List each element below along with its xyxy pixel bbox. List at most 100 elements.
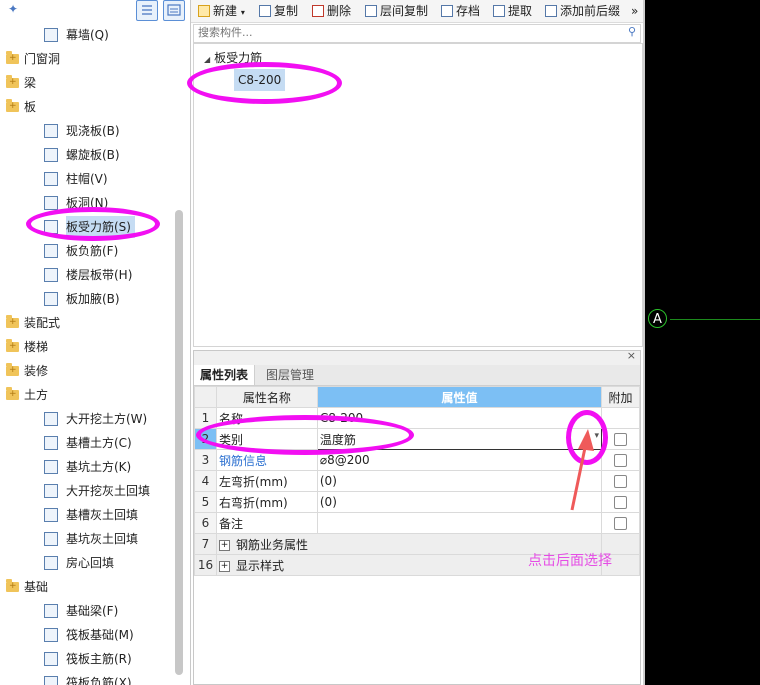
expand-plus-icon[interactable]: + [9,581,17,591]
highlight-ellipse-tree-item [26,207,160,241]
more-icon[interactable]: » [631,2,638,20]
tab-layer-manage[interactable]: 图层管理 [260,365,320,385]
tree-item-label: 筏板主筋(R) [66,652,132,666]
expand-plus-icon[interactable]: + [218,539,230,551]
extra-checkbox[interactable] [614,496,627,509]
property-row[interactable]: 6 备注 [194,512,640,534]
annotation-text: 点击后面选择 [528,553,612,569]
folder-icon: + [6,387,19,400]
tree-item-label: 土方 [24,388,49,402]
dropdown-arrow-icon: ▾ [240,8,245,17]
extract-button[interactable]: 提取 [493,2,532,20]
component-type-icon [44,652,58,666]
property-name: 右弯折(mm) [215,491,318,513]
save-button[interactable]: 存档 [441,2,480,20]
tree-item-label: 装配式 [24,316,61,330]
copy-button[interactable]: 复制 [259,2,298,20]
extra-checkbox[interactable] [614,433,627,446]
tree-item-label: 现浇板(B) [66,124,120,138]
list-view-icon[interactable] [136,0,158,21]
search-input[interactable] [194,25,622,40]
folder-icon: + [6,339,19,352]
tree-item-label: 基础梁(F) [66,604,119,618]
detail-view-icon[interactable] [163,0,185,21]
save-icon [441,5,453,17]
row-number: 5 [194,491,217,513]
tree-item-label: 房心回填 [66,556,115,570]
property-value[interactable]: (0) [316,470,603,492]
expand-plus-icon[interactable]: + [9,77,17,87]
tree-item-label: 筏板基础(M) [66,628,134,642]
property-tabs: 属性列表 图层管理 [194,365,640,386]
component-type-icon [44,436,58,450]
sparkle-icon[interactable]: ✦ [8,2,18,16]
component-type-icon [44,292,58,306]
expand-plus-icon[interactable]: + [9,53,17,63]
tree-item-label: 幕墙(Q) [66,28,109,42]
property-panel-titlebar: × [194,349,640,366]
drawing-canvas[interactable] [645,0,760,685]
search-icon[interactable]: ⚲ [628,25,636,38]
property-header-row: 属性名称 属性值 附加 [194,386,640,408]
component-type-icon [44,268,58,282]
tree-item-label: 板 [24,100,37,114]
expand-plus-icon[interactable]: + [9,365,17,375]
folder-icon: + [6,579,19,592]
new-icon [198,5,210,17]
tree-item-label: 门窗洞 [24,52,61,66]
folder-icon: + [6,363,19,376]
component-list-panel: 新建 ▾ 复制 删除 层间复制 存档 提取 添加前后缀 » ⚲ ◢板受力筋 C8… [191,0,643,348]
floor-copy-icon [365,5,377,17]
expand-plus-icon[interactable]: + [9,317,17,327]
tree-item-label: 螺旋板(B) [66,148,120,162]
delete-icon [312,5,324,17]
extra-checkbox[interactable] [614,517,627,530]
tree-item-label: 板加腋(B) [66,292,120,306]
extra-checkbox[interactable] [614,454,627,467]
close-icon[interactable]: × [627,349,636,362]
tree-scrollbar[interactable] [175,210,183,675]
extract-icon [493,5,505,17]
row-number: 3 [194,449,217,471]
tree-item-label: 基槽灰土回填 [66,508,139,522]
component-type-tree: ✦ 幕墙(Q) + 门窗洞 + 梁 + 板现浇板(B) 螺旋板(B) 柱帽(V) 板洞(N) 板受力… [0,0,191,685]
tree-item-label: 基坑土方(K) [66,460,132,474]
component-type-icon [44,460,58,474]
tree-item-label: 基槽土方(C) [66,436,132,450]
collapse-arrow-icon[interactable]: ◢ [204,55,210,64]
expand-plus-icon[interactable]: + [218,560,230,572]
extra-checkbox[interactable] [614,475,627,488]
copy-icon [259,5,271,17]
row-number: 6 [194,512,217,534]
highlight-ellipse-category [196,415,414,455]
expand-plus-icon[interactable]: + [9,101,17,111]
tree-item-label: 基础 [24,580,49,594]
add-prefix-suffix-button[interactable]: 添加前后缀 [545,2,620,20]
new-button[interactable]: 新建 ▾ [198,2,245,20]
tree-item-label: 筏板负筋(X) [66,676,132,685]
expand-plus-icon[interactable]: + [9,389,17,399]
row-number: 7 [194,533,217,555]
floor-copy-button[interactable]: 层间复制 [365,2,428,20]
tree-item-label: 楼层板带(H) [66,268,133,282]
tree-item-label: 楼梯 [24,340,49,354]
component-type-icon [44,484,58,498]
component-type-icon [44,676,58,685]
property-value[interactable] [316,512,603,534]
delete-button[interactable]: 删除 [312,2,351,20]
component-type-icon [44,244,58,258]
component-type-icon [44,196,58,210]
property-value[interactable]: ⌀8@200 [316,449,603,471]
tab-property-list[interactable]: 属性列表 [194,365,256,385]
component-type-icon [44,124,58,138]
search-box[interactable]: ⚲ [193,24,641,43]
component-type-icon [44,28,58,42]
axis-label-a: A [648,309,667,328]
component-type-icon [44,148,58,162]
property-value[interactable]: (0) [316,491,603,513]
component-type-icon [44,172,58,186]
property-group-label: 钢筋业务属性 [235,537,308,552]
folder-icon: + [6,75,19,88]
expand-plus-icon[interactable]: + [9,341,17,351]
annotation-arrow-icon [570,429,594,511]
